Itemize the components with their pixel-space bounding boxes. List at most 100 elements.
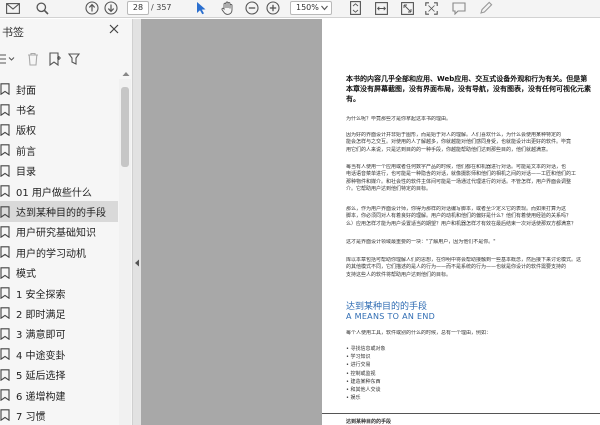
bookmark-label: 6 递增构建 xyxy=(16,391,66,403)
bookmark-item[interactable]: 用户研究基础知识 xyxy=(0,222,118,242)
bookmark-item[interactable]: 前言 xyxy=(0,140,118,160)
panel-splitter[interactable] xyxy=(133,19,141,425)
bookmark-label: 达到某种目的的手段 xyxy=(16,208,106,220)
bookmark-item[interactable]: 用户的学习动机 xyxy=(0,242,118,262)
bookmark-item[interactable]: 1 安全探索 xyxy=(0,283,118,303)
bookmark-icon xyxy=(0,246,10,259)
body-paragraph: 那么，作为用户界面设计师，你得为那样的对话编写脚本，或者至少定义它的表现。而如果… xyxy=(346,206,577,227)
search-icon[interactable] xyxy=(33,0,51,16)
bookmark-item[interactable]: 01 用户做些什么 xyxy=(0,181,118,201)
bookmark-label: 书名 xyxy=(16,106,36,118)
chevron-down-icon xyxy=(321,5,328,11)
collapse-arrow-icon[interactable] xyxy=(134,259,140,267)
bookmark-icon xyxy=(0,83,10,96)
bookmark-icon xyxy=(0,328,10,340)
bookmark-item[interactable]: 目录 xyxy=(0,161,118,181)
bookmark-item[interactable]: 版权 xyxy=(0,120,118,140)
panel-title: 书签 xyxy=(2,26,24,39)
bookmark-label: 2 即时满足 xyxy=(16,309,66,321)
bookmark-tools xyxy=(0,50,120,70)
bookmark-icon xyxy=(0,409,10,422)
bookmark-label: 封面 xyxy=(16,85,36,97)
bookmark-icon xyxy=(0,266,10,279)
fit-page-icon[interactable] xyxy=(346,0,364,16)
zoom-in-icon[interactable] xyxy=(264,0,282,16)
bookmark-icon xyxy=(0,226,10,238)
bookmark-icon xyxy=(0,348,10,361)
document-canvas xyxy=(141,19,322,425)
mail-icon[interactable] xyxy=(4,0,22,16)
scroll-up-icon[interactable] xyxy=(122,71,130,77)
bookmark-label: 4 中途变卦 xyxy=(16,350,66,362)
section-subheading: A MEANS TO AN END xyxy=(346,312,436,321)
bookmark-item[interactable]: 模式 xyxy=(0,263,118,283)
bookmark-label: 01 用户做些什么 xyxy=(16,187,92,199)
bookmark-label: 目录 xyxy=(16,167,36,179)
outline-menu-icon[interactable] xyxy=(0,50,16,68)
main-toolbar: 28 / 357 150% xyxy=(0,0,600,18)
zoom-select[interactable]: 150% xyxy=(290,1,332,15)
bookmark-item[interactable]: 7 习惯 xyxy=(0,405,118,425)
delete-icon[interactable] xyxy=(27,50,39,68)
bookmark-label: 用户的学习动机 xyxy=(16,248,86,260)
page-footer: 达到某种目的的手段 xyxy=(346,419,392,425)
list-item: 和其他人交谈 xyxy=(346,386,386,394)
bookmark-item[interactable]: 2 即时满足 xyxy=(0,303,118,323)
zoom-out-icon[interactable] xyxy=(243,0,261,16)
list-item: 学习知识 xyxy=(346,353,386,361)
list-item: 寻找信息或对象 xyxy=(346,345,386,353)
bookmark-icon xyxy=(0,307,10,320)
scrollbar-thumb[interactable] xyxy=(121,87,129,167)
body-paragraph: 每当有人使用一个应用或者任何数字产品的时候，他们都在和机器进行对话。可能是文本的… xyxy=(346,164,577,193)
bookmark-item[interactable]: 封面 xyxy=(0,79,118,99)
body-paragraph: 库以本章包括可帮助你理解人们的思想，在你明中将会帮助接触到一些基本概念，然后接下… xyxy=(346,257,582,278)
pointer-icon[interactable] xyxy=(192,0,210,16)
bookmark-item[interactable]: 书名 xyxy=(0,99,118,119)
bookmark-label: 版权 xyxy=(16,126,36,138)
bookmarks-panel: 书签 封面书名版权前言目录 01 用户做些什么达到某种目的的手段 用户研究基础知识用… xyxy=(0,19,133,425)
bookmark-icon xyxy=(0,368,10,381)
sidebar-scrollbar[interactable] xyxy=(119,79,131,425)
close-icon[interactable] xyxy=(109,24,119,34)
lead-paragraph: 每个人使用工具，软件或别的什么的时候，总有一个理由，例如： xyxy=(346,330,492,336)
list-item: 进行交易 xyxy=(346,361,386,369)
fit-width-icon[interactable] xyxy=(372,0,390,16)
bookmark-label: 5 延后选择 xyxy=(16,371,66,383)
arrow-up-icon[interactable] xyxy=(83,0,101,16)
bookmark-item[interactable]: 6 递增构建 xyxy=(0,385,118,405)
bookmark-item[interactable]: 达到某种目的的手段 xyxy=(0,201,118,222)
bookmark-label: 1 安全探索 xyxy=(16,289,66,301)
bookmark-label: 3 满意即可 xyxy=(16,330,66,342)
page-number-input[interactable]: 28 xyxy=(127,1,149,15)
bookmark-item[interactable]: 5 延后选择 xyxy=(0,364,118,384)
bookmark-icon xyxy=(0,103,10,116)
list-item: 娱乐 xyxy=(346,394,386,402)
bookmark-label: 用户研究基础知识 xyxy=(16,228,96,240)
bookmark-icon xyxy=(0,144,10,157)
rotate-icon[interactable] xyxy=(398,0,416,16)
bookmark-item[interactable]: 4 中途变卦 xyxy=(0,344,118,364)
bullet-list: 寻找信息或对象 学习知识 进行交易 控制或监视 建造某种东西 和其他人交谈 娱乐 xyxy=(346,345,386,402)
bookmark-icon xyxy=(0,185,10,198)
body-paragraph: 为什么呢？毕竟那些才是你拿起这本书的理由。 xyxy=(346,116,452,122)
body-paragraph: 因为好的界面设计并非始于图形，而是始于对人的理解。人们喜欢什么，为什么会使用某种… xyxy=(346,132,572,153)
hand-icon[interactable] xyxy=(218,0,236,16)
arrow-down-icon[interactable] xyxy=(102,0,120,16)
bookmark-icon xyxy=(0,287,10,300)
pen-icon[interactable] xyxy=(477,0,495,16)
section-heading: 达到某种目的的手段 xyxy=(346,302,428,312)
new-bookmark-icon[interactable] xyxy=(48,50,62,68)
fullscreen-icon[interactable] xyxy=(422,0,440,16)
bookmark-item[interactable]: 3 满意即可 xyxy=(0,324,118,344)
comment-icon[interactable] xyxy=(450,0,468,16)
bookmark-list: 封面书名版权前言目录 01 用户做些什么达到某种目的的手段 用户研究基础知识 用户的学… xyxy=(0,79,118,425)
page-total: / 357 xyxy=(151,3,172,12)
bookmark-label: 7 习惯 xyxy=(16,411,46,423)
bookmark-options-icon[interactable] xyxy=(67,50,81,68)
bookmark-icon xyxy=(0,205,10,218)
intro-paragraph: 本书的内容几乎全部和应用、Web应用、交互式设备外观和行为有关。但是第 本章没有… xyxy=(346,75,591,103)
bookmark-label: 前言 xyxy=(16,146,36,158)
body-paragraph: 这才是界面设计领域最重要的一块："了解用户，因为他们不是你。" xyxy=(346,239,496,245)
bookmark-label: 模式 xyxy=(16,269,36,281)
footer-rule xyxy=(322,413,600,414)
